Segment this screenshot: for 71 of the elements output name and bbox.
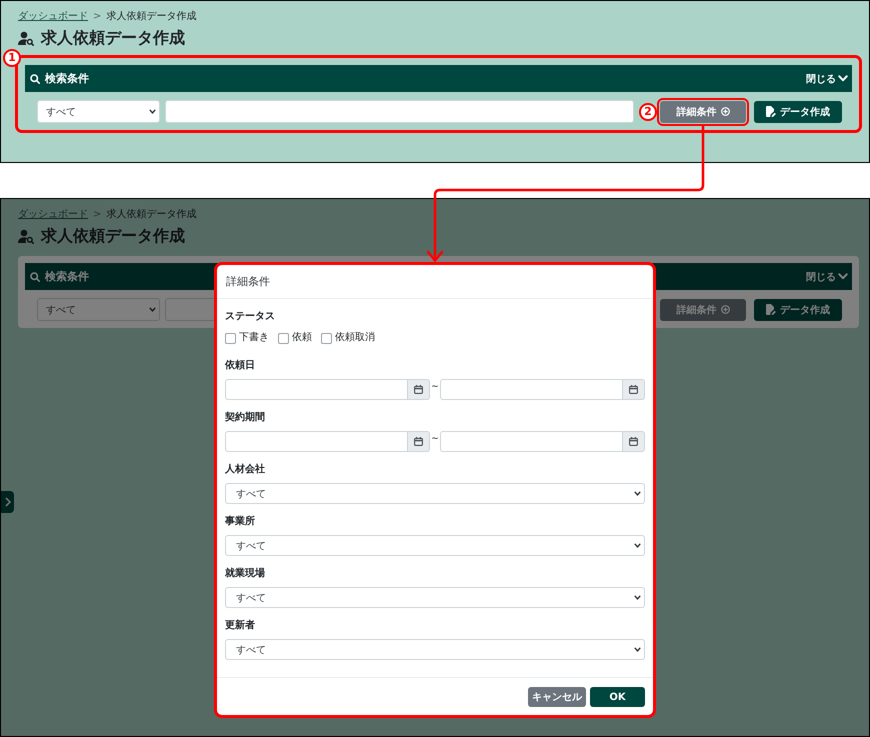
checkbox-label[interactable]: 下書き (239, 331, 269, 345)
ok-button[interactable]: OK (590, 687, 645, 707)
chevron-down-icon (838, 273, 848, 280)
dialog-title: 詳細条件 (226, 274, 270, 289)
checkbox[interactable] (321, 332, 332, 344)
keyword-input[interactable] (165, 100, 634, 123)
breadcrumb-link[interactable]: ダッシュボード (18, 10, 88, 24)
range-separator: ~ (430, 381, 440, 393)
page-title: 求人依頼データ作成 (41, 28, 185, 48)
checkbox[interactable] (225, 332, 236, 344)
page-title: 求人依頼データ作成 (41, 226, 185, 246)
sidebar-toggle[interactable] (1, 491, 14, 513)
collapse-toggle[interactable]: 閉じる (806, 72, 848, 86)
calendar-icon (629, 385, 638, 394)
checkbox-label[interactable]: 依頼 (292, 331, 312, 345)
caret-icon (634, 595, 641, 600)
create-button[interactable]: データ作成 (754, 100, 842, 122)
checkbox[interactable] (278, 332, 289, 344)
calendar-icon (414, 437, 424, 446)
field-label: ステータス (225, 310, 275, 324)
details-button[interactable]: 詳細条件 (660, 100, 746, 122)
search-icon (30, 272, 40, 282)
field-label: 更新者 (225, 619, 255, 633)
user-search-icon (18, 228, 34, 244)
calendar-icon (414, 385, 424, 394)
caret-icon (634, 647, 641, 652)
date-input[interactable] (225, 431, 408, 452)
plus-circle-icon (720, 305, 730, 314)
field-label: 契約期間 (225, 411, 265, 425)
breadcrumb-separator: > (93, 10, 102, 24)
range-separator: ~ (430, 433, 440, 445)
calendar-icon (629, 437, 638, 446)
breadcrumb-current: 求人依頼データ作成 (106, 10, 196, 24)
select-field[interactable]: すべて (225, 587, 645, 608)
chevron-right-icon (4, 497, 10, 507)
collapse-toggle[interactable]: 閉じる (806, 270, 848, 284)
field-label: 事業所 (225, 515, 255, 529)
filter-select[interactable]: すべて (37, 100, 160, 123)
plus-circle-icon (720, 107, 730, 116)
calendar-button[interactable] (408, 431, 430, 452)
step-number: 1 (3, 49, 21, 67)
caret-icon (634, 491, 641, 496)
breadcrumb-current: 求人依頼データ作成 (106, 208, 196, 222)
select-field[interactable]: すべて (225, 639, 645, 660)
panel-title: 検索条件 (45, 269, 89, 284)
caret-icon (634, 543, 641, 548)
field-label: 依頼日 (225, 359, 255, 373)
user-search-icon (18, 30, 34, 46)
breadcrumb-separator: > (93, 208, 102, 222)
calendar-button[interactable] (623, 379, 646, 400)
create-button[interactable]: データ作成 (754, 298, 842, 320)
field-label: 就業現場 (225, 567, 265, 581)
caret-icon (149, 109, 156, 114)
field-label: 人材会社 (225, 463, 265, 477)
calendar-button[interactable] (408, 379, 430, 400)
select-field[interactable]: すべて (225, 535, 645, 556)
search-icon (30, 74, 40, 84)
step-number: 2 (639, 102, 657, 120)
select-field[interactable]: すべて (225, 483, 645, 504)
checkbox-label[interactable]: 依頼取消 (335, 331, 375, 345)
filter-select[interactable]: すべて (37, 298, 160, 321)
date-input[interactable] (225, 379, 408, 400)
cancel-button[interactable]: キャンセル (528, 687, 586, 707)
date-input[interactable] (440, 379, 624, 400)
document-edit-icon (766, 304, 776, 315)
chevron-down-icon (838, 75, 848, 82)
date-input[interactable] (440, 431, 624, 452)
caret-icon (149, 307, 156, 312)
panel-title: 検索条件 (45, 71, 89, 86)
document-edit-icon (766, 106, 776, 117)
calendar-button[interactable] (623, 431, 646, 452)
